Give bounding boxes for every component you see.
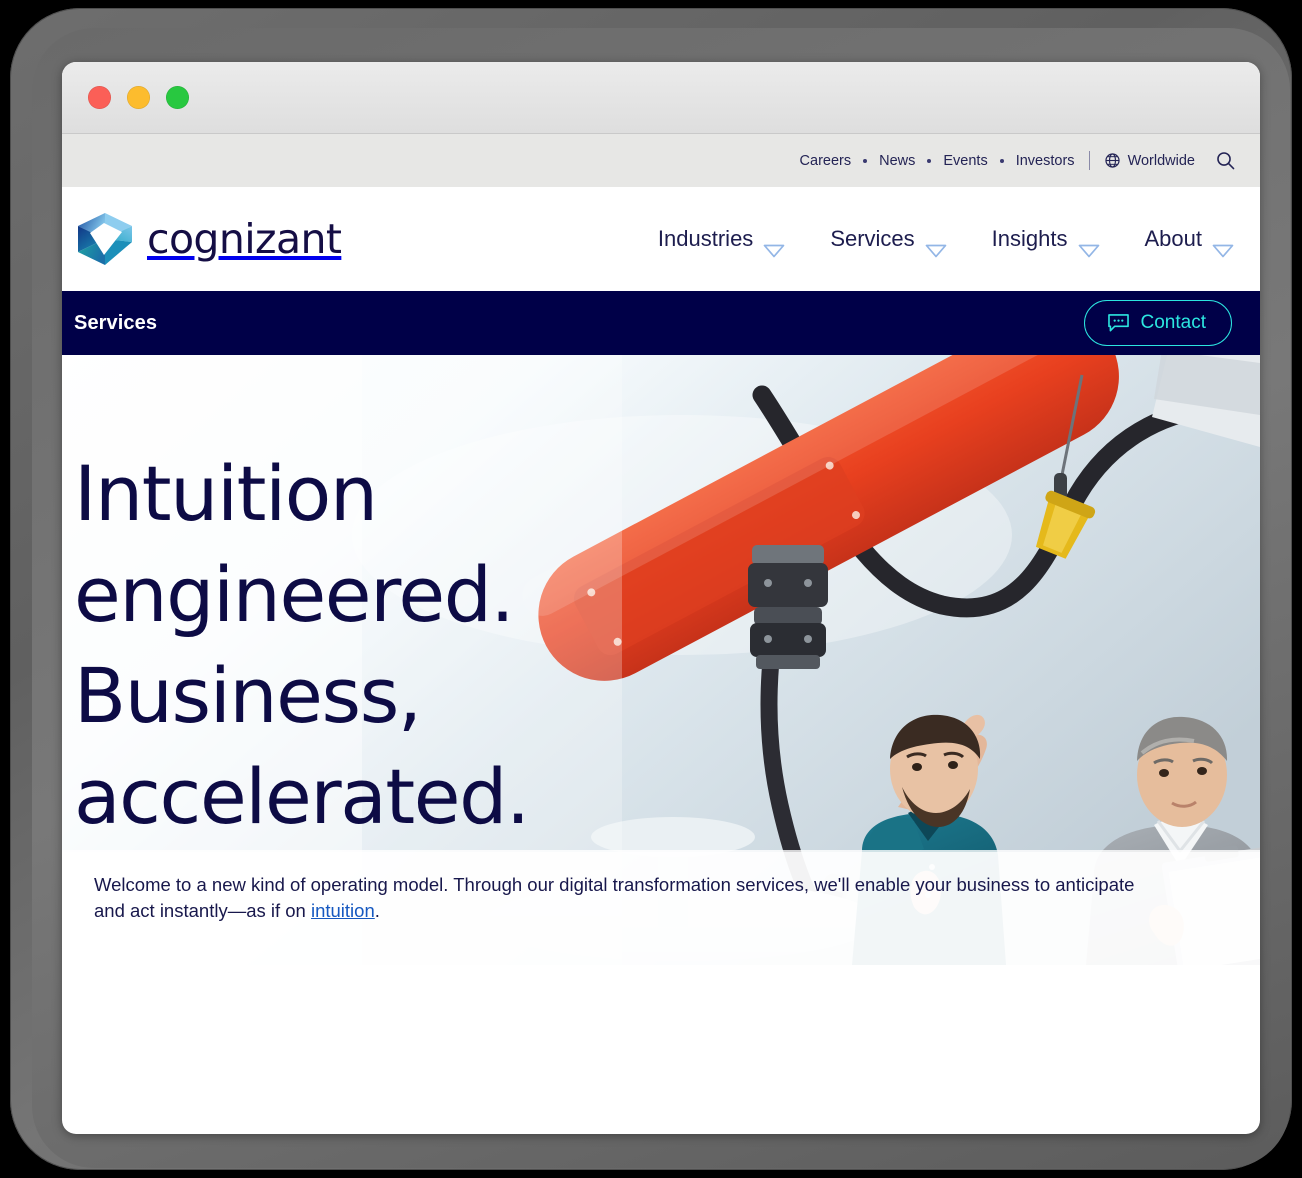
browser-window: Careers News Events Investors Worldwide <box>62 62 1260 1134</box>
utility-vertical-divider <box>1088 151 1090 170</box>
globe-icon <box>1104 153 1120 168</box>
hero-heading-line-1: Intuition <box>74 449 378 538</box>
contact-button[interactable]: Contact <box>1083 300 1232 346</box>
utility-separator-dot <box>863 158 868 163</box>
nav-item-services[interactable]: Services <box>830 226 947 257</box>
utility-link-events[interactable]: Events <box>943 153 987 169</box>
chat-bubble-icon <box>1107 314 1129 332</box>
intro-text-before-link: Welcome to a new kind of operating model… <box>94 874 1135 922</box>
utility-link-news[interactable]: News <box>879 153 915 169</box>
brand-wordmark: cognizant <box>147 215 342 263</box>
chevron-down-icon <box>1212 234 1234 257</box>
utility-bar: Careers News Events Investors Worldwide <box>62 134 1260 187</box>
search-button[interactable] <box>1215 150 1236 171</box>
hero-heading-line-3: Business, <box>74 651 422 741</box>
chevron-down-icon <box>925 234 947 257</box>
intuition-link[interactable]: intuition <box>311 900 375 921</box>
page-title: Services <box>74 311 158 334</box>
region-label: Worldwide <box>1127 152 1195 169</box>
intro-paragraph: Welcome to a new kind of operating model… <box>94 872 1170 925</box>
brand-logo-link[interactable]: cognizant <box>74 211 342 267</box>
utility-separator-dot <box>999 158 1004 163</box>
nav-label-services: Services <box>830 226 915 251</box>
nav-label-industries: Industries <box>657 226 754 251</box>
nav-label-about: About <box>1144 226 1203 251</box>
utility-separator-dot <box>927 158 932 163</box>
main-navigation: cognizant Industries Services Insights A… <box>62 187 1260 291</box>
intro-band: Welcome to a new kind of operating model… <box>62 850 1260 965</box>
intro-text-after-link: . <box>374 900 380 922</box>
hero-heading-line-4: accelerated. <box>74 752 530 842</box>
search-icon <box>1217 152 1235 170</box>
maximize-window-button[interactable] <box>166 86 189 109</box>
robot-joint <box>748 545 828 669</box>
utility-link-careers[interactable]: Careers <box>800 153 852 169</box>
page-bottom-whitespace <box>62 965 1260 1038</box>
hero-heading: Intuition engineered. Business, accelera… <box>74 443 530 847</box>
section-bar: Services Contact <box>62 291 1260 355</box>
nav-item-about[interactable]: About <box>1144 226 1234 257</box>
nav-item-insights[interactable]: Insights <box>991 226 1099 257</box>
utility-link-investors[interactable]: Investors <box>1016 153 1075 169</box>
region-selector[interactable]: Worldwide <box>1104 152 1195 169</box>
nav-label-insights: Insights <box>991 226 1068 251</box>
contact-button-label: Contact <box>1140 312 1206 333</box>
device-bezel: Careers News Events Investors Worldwide <box>10 8 1292 1170</box>
browser-titlebar <box>62 62 1260 134</box>
nav-item-industries[interactable]: Industries <box>657 226 785 257</box>
cognizant-cube-logo <box>78 213 132 265</box>
chevron-down-icon <box>763 234 785 257</box>
hero-heading-line-2: engineered. <box>74 550 515 640</box>
nav-links: Industries Services Insights About <box>657 226 1234 257</box>
chevron-down-icon <box>1078 234 1099 257</box>
close-window-button[interactable] <box>88 86 111 109</box>
minimize-window-button[interactable] <box>127 86 150 109</box>
